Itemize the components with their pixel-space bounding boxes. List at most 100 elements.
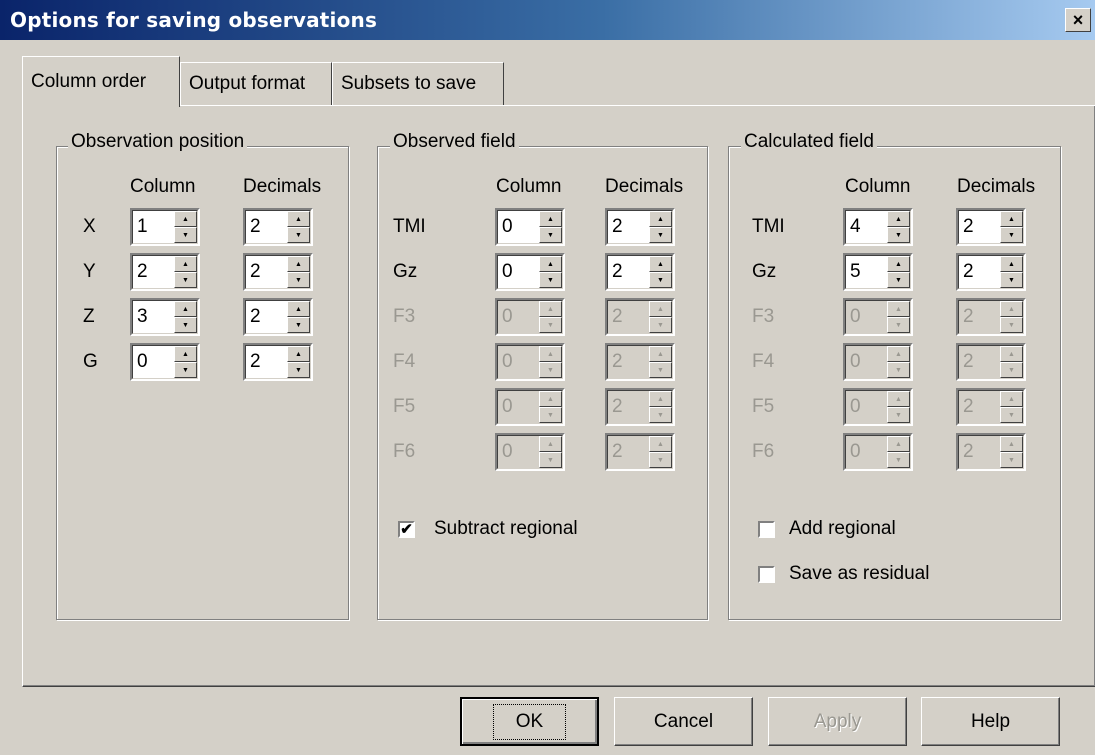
decimals-spinner-value: 2 — [250, 306, 261, 327]
spin-buttons: ▲ ▼ — [887, 256, 910, 288]
spin-buttons: ▲ ▼ — [539, 301, 562, 333]
tab-column-order[interactable]: Column order — [22, 56, 180, 107]
spin-down-icon[interactable]: ▼ — [539, 227, 562, 243]
spin-buttons: ▲ ▼ — [649, 211, 672, 243]
spin-buttons: ▲ ▼ — [649, 391, 672, 423]
subtract-regional-checkbox[interactable]: ✔ — [398, 521, 415, 538]
spin-buttons: ▲ ▼ — [887, 346, 910, 378]
observation-position-title: Observation position — [68, 131, 248, 153]
spin-down-icon: ▼ — [1000, 407, 1023, 423]
spin-up-icon[interactable]: ▲ — [1000, 211, 1023, 227]
spin-down-icon[interactable]: ▼ — [539, 272, 562, 288]
decimals-spinner: 2 ▲ ▼ — [605, 298, 675, 336]
decimals-spinner-value: 2 — [963, 216, 974, 237]
decimals-spinner[interactable]: 2 ▲ ▼ — [956, 208, 1026, 246]
column-spinner[interactable]: 0 ▲ ▼ — [130, 343, 200, 381]
decimals-header: Decimals — [605, 176, 684, 197]
help-button[interactable]: Help — [921, 697, 1060, 746]
column-spinner[interactable]: 0 ▲ ▼ — [495, 253, 565, 291]
spin-up-icon[interactable]: ▲ — [287, 301, 310, 317]
save-as-residual-label: Save as residual — [789, 563, 930, 584]
spin-up-icon[interactable]: ▲ — [174, 256, 197, 272]
decimals-spinner[interactable]: 2 ▲ ▼ — [243, 208, 313, 246]
spin-down-icon[interactable]: ▼ — [649, 272, 672, 288]
spin-up-icon[interactable]: ▲ — [649, 211, 672, 227]
column-spinner[interactable]: 1 ▲ ▼ — [130, 208, 200, 246]
row-label: F4 — [752, 351, 775, 372]
observed-field-title: Observed field — [390, 131, 519, 153]
spin-down-icon[interactable]: ▼ — [174, 272, 197, 288]
spin-up-icon[interactable]: ▲ — [174, 211, 197, 227]
decimals-spinner[interactable]: 2 ▲ ▼ — [605, 253, 675, 291]
column-spinner-value: 0 — [850, 396, 861, 417]
ok-button[interactable]: OK — [460, 697, 599, 746]
decimals-header: Decimals — [243, 176, 322, 197]
spin-up-icon[interactable]: ▲ — [539, 256, 562, 272]
decimals-spinner: 2 ▲ ▼ — [956, 388, 1026, 426]
spin-up-icon: ▲ — [649, 346, 672, 362]
decimals-spinner[interactable]: 2 ▲ ▼ — [605, 208, 675, 246]
spin-up-icon[interactable]: ▲ — [287, 256, 310, 272]
decimals-spinner-value: 2 — [250, 351, 261, 372]
spin-down-icon[interactable]: ▼ — [287, 362, 310, 378]
spin-up-icon[interactable]: ▲ — [287, 346, 310, 362]
spin-up-icon[interactable]: ▲ — [174, 301, 197, 317]
spin-down-icon[interactable]: ▼ — [287, 227, 310, 243]
spin-down-icon[interactable]: ▼ — [174, 362, 197, 378]
spin-down-icon[interactable]: ▼ — [174, 227, 197, 243]
column-spinner-value: 0 — [502, 351, 513, 372]
spin-down-icon[interactable]: ▼ — [174, 317, 197, 333]
spin-down-icon[interactable]: ▼ — [287, 317, 310, 333]
spin-buttons: ▲ ▼ — [1000, 256, 1023, 288]
decimals-spinner[interactable]: 2 ▲ ▼ — [243, 253, 313, 291]
decimals-spinner: 2 ▲ ▼ — [605, 433, 675, 471]
spin-buttons: ▲ ▼ — [649, 346, 672, 378]
column-spinner[interactable]: 0 ▲ ▼ — [495, 208, 565, 246]
decimals-spinner[interactable]: 2 ▲ ▼ — [956, 253, 1026, 291]
column-spinner-value: 0 — [137, 351, 148, 372]
tab-label: Column order — [31, 71, 147, 92]
decimals-spinner[interactable]: 2 ▲ ▼ — [243, 298, 313, 336]
spin-buttons: ▲ ▼ — [539, 391, 562, 423]
spin-buttons: ▲ ▼ — [1000, 346, 1023, 378]
decimals-spinner-value: 2 — [612, 396, 623, 417]
spin-up-icon[interactable]: ▲ — [649, 256, 672, 272]
spin-buttons: ▲ ▼ — [539, 436, 562, 468]
spin-up-icon[interactable]: ▲ — [174, 346, 197, 362]
spin-down-icon[interactable]: ▼ — [1000, 227, 1023, 243]
column-spinner[interactable]: 4 ▲ ▼ — [843, 208, 913, 246]
spin-down-icon[interactable]: ▼ — [287, 272, 310, 288]
spin-down-icon[interactable]: ▼ — [1000, 272, 1023, 288]
spin-up-icon: ▲ — [1000, 436, 1023, 452]
spin-down-icon[interactable]: ▼ — [649, 227, 672, 243]
spin-up-icon: ▲ — [887, 346, 910, 362]
cancel-button[interactable]: Cancel — [614, 697, 753, 746]
spin-up-icon[interactable]: ▲ — [1000, 256, 1023, 272]
spin-buttons: ▲ ▼ — [1000, 391, 1023, 423]
save-as-residual-checkbox[interactable] — [758, 566, 775, 583]
decimals-spinner[interactable]: 2 ▲ ▼ — [243, 343, 313, 381]
tab-label: Output format — [189, 73, 306, 94]
spin-down-icon[interactable]: ▼ — [887, 227, 910, 243]
column-spinner[interactable]: 5 ▲ ▼ — [843, 253, 913, 291]
column-spinner[interactable]: 2 ▲ ▼ — [130, 253, 200, 291]
spin-buttons: ▲ ▼ — [287, 256, 310, 288]
cancel-label: Cancel — [653, 710, 714, 732]
spin-up-icon[interactable]: ▲ — [539, 211, 562, 227]
spin-up-icon: ▲ — [887, 301, 910, 317]
row-label: F6 — [393, 441, 416, 462]
spin-up-icon[interactable]: ▲ — [287, 211, 310, 227]
close-button[interactable]: × — [1065, 8, 1091, 32]
row-label: F5 — [752, 396, 775, 417]
tab-subsets-to-save[interactable]: Subsets to save — [332, 62, 504, 106]
spin-up-icon[interactable]: ▲ — [887, 256, 910, 272]
column-spinner[interactable]: 3 ▲ ▼ — [130, 298, 200, 336]
window-title: Options for saving observations — [10, 8, 378, 32]
add-regional-checkbox[interactable] — [758, 521, 775, 538]
tab-output-format[interactable]: Output format — [180, 62, 332, 106]
spin-buttons: ▲ ▼ — [887, 436, 910, 468]
spin-down-icon[interactable]: ▼ — [887, 272, 910, 288]
add-regional-label: Add regional — [789, 518, 896, 539]
spin-buttons: ▲ ▼ — [287, 301, 310, 333]
spin-up-icon[interactable]: ▲ — [887, 211, 910, 227]
